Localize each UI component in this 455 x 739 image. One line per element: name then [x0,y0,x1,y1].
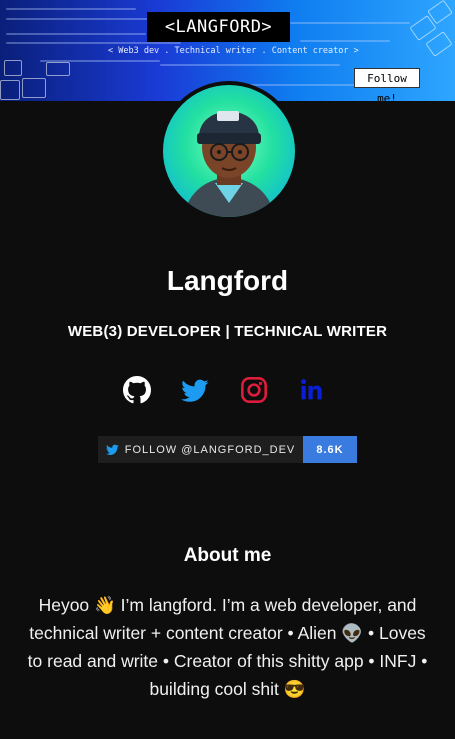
twitter-icon [105,444,119,455]
twitter-link[interactable] [181,376,209,404]
avatar-image [163,85,295,217]
instagram-link[interactable] [240,376,268,404]
follow-button-label-area[interactable]: FOLLOW @LANGFORD_DEV [98,436,303,463]
profile-name: Langford [166,265,289,296]
banner-subtitle: < Web3 dev . Technical writer . Content … [108,46,359,56]
twitter-follow-button[interactable]: FOLLOW @LANGFORD_DEV 8.6K [98,436,357,463]
instagram-icon [241,377,267,403]
profile-role: WEB(3) DEVELOPER | TECHNICAL WRITER [67,323,388,340]
banner-decor-square [4,60,22,76]
twitter-icon [181,379,209,402]
github-icon [123,376,151,404]
follow-button-label: FOLLOW @LANGFORD_DEV [124,443,296,456]
github-link[interactable] [123,376,151,404]
linkedin-link[interactable] [298,376,326,404]
avatar-illustration [183,111,275,217]
banner-follow-tag: Follow me! [354,68,420,101]
banner-decor-square [0,80,20,100]
avatar [159,81,299,221]
linkedin-icon [301,379,322,400]
follower-count-badge[interactable]: 8.6K [303,436,357,463]
banner-decor-square [22,78,46,98]
about-heading: About me [183,545,272,566]
about-text: Heyoo 👋 I’m langford. I’m a web develope… [27,595,428,699]
banner-decor-square [46,62,70,76]
banner-title: <LANGFORD> [147,12,290,42]
